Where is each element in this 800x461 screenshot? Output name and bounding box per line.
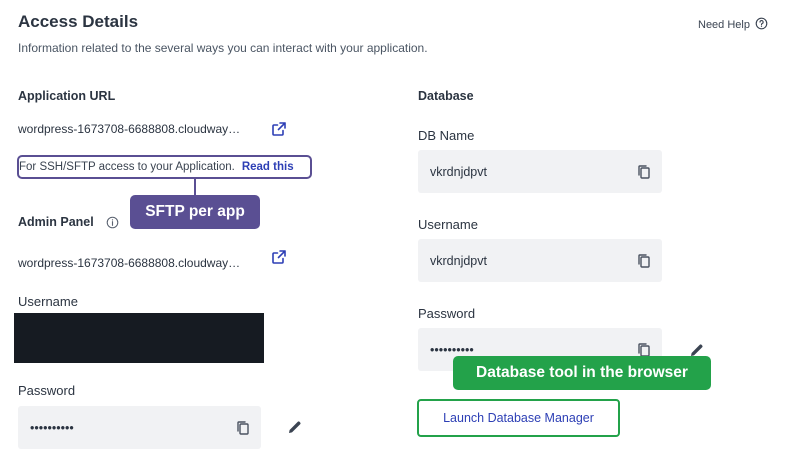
sftp-callout: SFTP per app <box>130 195 260 229</box>
db-name-label: DB Name <box>418 128 475 143</box>
redacted-username <box>14 313 264 363</box>
callout-connector <box>194 179 196 195</box>
admin-panel-url: wordpress-1673708-6688808.cloudway… <box>18 256 241 270</box>
db-username-field[interactable]: vkrdnjdpvt <box>418 239 662 282</box>
page-title: Access Details <box>18 12 139 31</box>
launch-database-manager-button[interactable]: Launch Database Manager <box>417 399 620 437</box>
admin-panel-label: Admin Panel <box>18 215 94 229</box>
read-this-link[interactable]: Read this <box>242 161 294 173</box>
copy-icon[interactable] <box>636 164 652 180</box>
db-username-label: Username <box>418 217 478 232</box>
db-name-field[interactable]: vkrdnjdpvt <box>418 150 662 193</box>
copy-icon[interactable] <box>235 420 251 436</box>
application-url-value: wordpress-1673708-6688808.cloudway… <box>18 122 241 136</box>
admin-password-value: •••••••••• <box>30 420 74 435</box>
database-label: Database <box>418 89 474 103</box>
external-link-icon[interactable] <box>270 248 288 266</box>
db-password-value: •••••••••• <box>430 342 474 357</box>
ssh-access-note: For SSH/SFTP access to your Application.… <box>17 155 312 179</box>
db-password-label: Password <box>418 306 476 321</box>
copy-icon[interactable] <box>636 253 652 269</box>
admin-password-field[interactable]: •••••••••• <box>18 406 261 449</box>
db-username-value: vkrdnjdpvt <box>430 253 487 268</box>
admin-password-label: Password <box>18 383 76 398</box>
db-name-value: vkrdnjdpvt <box>430 164 487 179</box>
external-link-icon[interactable] <box>270 120 288 138</box>
need-help-link[interactable]: Need Help <box>698 17 768 33</box>
admin-username-label: Username <box>18 294 78 309</box>
info-icon[interactable] <box>106 216 119 234</box>
need-help-label: Need Help <box>698 19 750 31</box>
database-tool-callout: Database tool in the browser <box>453 356 711 390</box>
page-subtitle: Information related to the several ways … <box>18 41 428 55</box>
ssh-access-text: For SSH/SFTP access to your Application. <box>19 161 235 173</box>
help-circle-icon <box>755 17 768 33</box>
pencil-icon[interactable] <box>286 418 304 436</box>
application-url-label: Application URL <box>18 89 116 103</box>
